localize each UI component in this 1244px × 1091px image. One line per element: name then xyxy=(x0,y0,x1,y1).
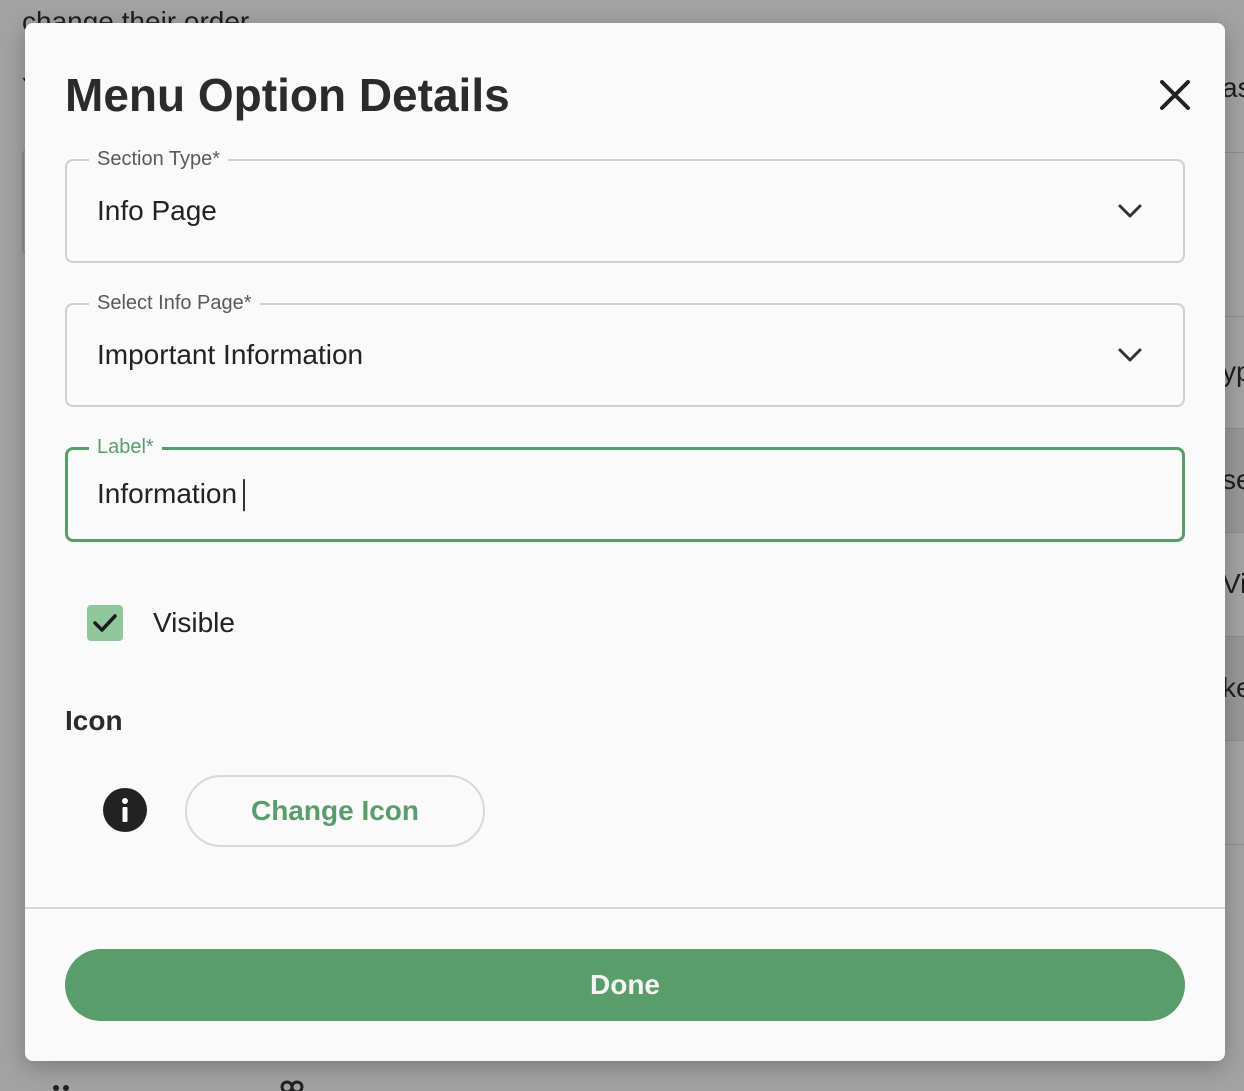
label-field-value: Information xyxy=(97,477,238,509)
info-page-select[interactable]: Select Info Page* Important Information xyxy=(65,290,1185,407)
background-fragment: Vid xyxy=(1222,568,1244,599)
label-input[interactable]: Label* Information xyxy=(65,434,1185,542)
close-icon xyxy=(1160,80,1190,110)
background-fragment: yp xyxy=(1222,356,1244,387)
background-icon xyxy=(53,1085,69,1091)
visible-checkbox-row[interactable]: Visible xyxy=(87,605,235,641)
icon-heading: Icon xyxy=(65,705,123,736)
background-fragment: se xyxy=(1222,464,1244,495)
close-button[interactable] xyxy=(1153,73,1197,117)
done-button[interactable]: Done xyxy=(65,949,1185,1021)
visible-checkbox[interactable] xyxy=(87,605,123,641)
label-field-value-wrapper: Information xyxy=(97,477,246,512)
info-icon xyxy=(103,788,147,832)
background-fragment: ke xyxy=(1222,672,1244,703)
dialog-title: Menu Option Details xyxy=(65,69,510,121)
section-type-label: Section Type* xyxy=(89,146,229,172)
chevron-down-icon[interactable] xyxy=(1117,346,1143,364)
info-page-label: Select Info Page* xyxy=(89,290,260,316)
visible-label: Visible xyxy=(153,607,235,638)
checkmark-icon xyxy=(93,614,117,632)
label-field-label: Label* xyxy=(89,434,162,460)
background-fragment: as xyxy=(1222,72,1244,103)
chevron-down-icon[interactable] xyxy=(1117,202,1143,220)
change-icon-button[interactable]: Change Icon xyxy=(185,775,485,847)
section-type-select[interactable]: Section Type* Info Page xyxy=(65,146,1185,263)
menu-option-dialog: Menu Option Details Section Type* Info P… xyxy=(25,23,1225,1061)
background-icon xyxy=(280,1080,304,1091)
section-type-value: Info Page xyxy=(97,195,217,226)
footer-divider xyxy=(25,907,1225,909)
info-page-value: Important Information xyxy=(97,339,364,370)
text-cursor xyxy=(243,479,246,512)
